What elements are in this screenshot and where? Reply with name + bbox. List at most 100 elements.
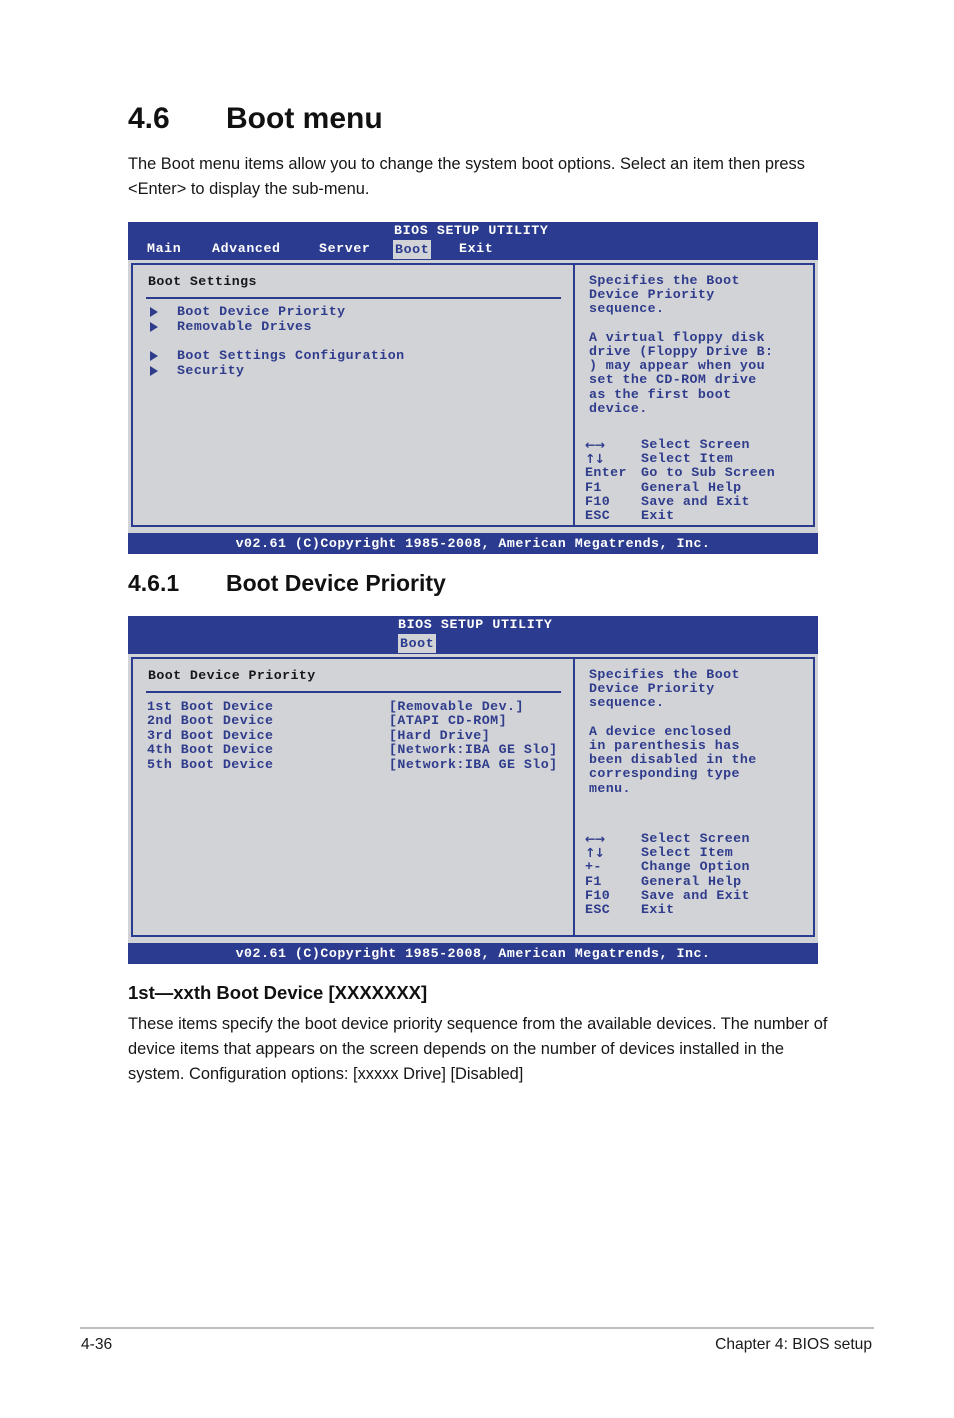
subsection-title: 4.6.1 Boot Device Priority [128, 570, 446, 597]
legend-key: ESC [585, 507, 611, 523]
boot-device-value[interactable]: [ATAPI CD-ROM] [389, 713, 507, 728]
subsection-title-text: Boot Device Priority [226, 570, 446, 596]
chapter-label: Chapter 4: BIOS setup [715, 1336, 872, 1353]
bios-help-panel: Specifies the Boot Device Priority seque… [573, 659, 813, 935]
legend-row-select-screen: ←→ Select Screen [585, 831, 809, 846]
item-paragraph: These items specify the boot device prio… [128, 1015, 828, 1083]
submenu-item-security[interactable]: Security [133, 362, 573, 379]
up-down-arrow-icon: ↑↓ [585, 451, 605, 467]
legend-row-select-screen: ←→ Select Screen [585, 437, 809, 452]
submenu-spacer [133, 334, 573, 349]
bios-screen-boot-device-priority: BIOS SETUP UTILITY Boot Boot Device Prio… [128, 616, 818, 964]
bios-help-panel: Specifies the Boot Device Priority seque… [573, 265, 813, 525]
legend-key: ESC [585, 901, 611, 917]
up-down-arrow-icon: ↑↓ [585, 845, 605, 861]
legend-row-esc: ESC Exit [585, 901, 809, 917]
submenu-item-removable-drives[interactable]: Removable Drives [133, 318, 573, 335]
boot-device-label: 2nd Boot Device [147, 713, 274, 729]
menu-tab-exit[interactable]: Exit [459, 241, 493, 256]
bios-menubar: Boot [128, 633, 818, 654]
legend-label: Exit [641, 901, 675, 917]
legend-label: Select Item [641, 845, 734, 861]
legend-key: F1 [585, 873, 602, 889]
manual-page: 4.6 Boot menu The Boot menu items allow … [0, 0, 954, 1418]
legend-row-f10: F10 Save and Exit [585, 493, 809, 509]
intro-paragraph: The Boot menu items allow you to change … [128, 155, 805, 198]
submenu-item-boot-settings-configuration[interactable]: Boot Settings Configuration [133, 348, 573, 364]
boot-device-row-1[interactable]: 1st Boot Device [Removable Dev.] [133, 699, 573, 714]
footer-divider [80, 1327, 874, 1329]
menu-tab-server[interactable]: Server [319, 241, 370, 256]
legend-label: General Help [641, 873, 742, 889]
boot-device-value[interactable]: [Removable Dev.] [389, 699, 524, 714]
section-title: Boot menu [226, 102, 383, 135]
key-legend: ←→ Select Screen ↑↓ Select Item +- Chang… [585, 831, 809, 917]
bios-utility-title: BIOS SETUP UTILITY [394, 223, 549, 238]
legend-row-select-item: ↑↓ Select Item [585, 451, 809, 467]
menu-tab-main[interactable]: Main [147, 241, 181, 256]
boot-device-row-5[interactable]: 5th Boot Device [Network:IBA GE Slo] [133, 756, 573, 772]
bios-menubar: Main Advanced Server Boot Exit [128, 239, 818, 260]
boot-device-value[interactable]: [Network:IBA GE Slo] [389, 742, 558, 757]
bios-screen-boot-settings: BIOS SETUP UTILITY Main Advanced Server … [128, 222, 818, 554]
legend-label: Save and Exit [641, 493, 750, 509]
boot-device-row-2[interactable]: 2nd Boot Device [ATAPI CD-ROM] [133, 713, 573, 729]
submenu-item-label: Boot Device Priority [177, 304, 346, 319]
boot-settings-submenu-list: Boot Device Priority Removable Drives Bo… [133, 304, 573, 379]
section-number: 4.6 [128, 102, 170, 135]
legend-label: Save and Exit [641, 887, 750, 903]
legend-label: General Help [641, 479, 742, 495]
boot-device-row-4[interactable]: 4th Boot Device [Network:IBA GE Slo] [133, 742, 573, 757]
bios-copyright-footer: v02.61 (C)Copyright 1985-2008, American … [128, 533, 818, 554]
panel-title-boot-settings: Boot Settings [148, 274, 257, 289]
panel-divider [146, 297, 561, 299]
legend-key: +- [585, 859, 602, 875]
legend-row-esc: ESC Exit [585, 507, 809, 523]
submenu-item-label: Security [177, 362, 245, 378]
panel-divider [146, 691, 561, 693]
triangle-right-icon [150, 365, 158, 376]
panel-title-boot-device-priority: Boot Device Priority [148, 668, 316, 683]
legend-key: Enter [585, 465, 627, 481]
submenu-item-label: Boot Settings Configuration [177, 348, 405, 364]
boot-device-label: 5th Boot Device [147, 756, 274, 772]
boot-device-label: 3rd Boot Device [147, 727, 274, 743]
legend-label: Select Item [641, 451, 734, 467]
bios-body: Boot Settings Boot Device Priority Remov… [131, 263, 815, 527]
boot-device-label: 1st Boot Device [147, 699, 274, 714]
boot-device-value[interactable]: [Network:IBA GE Slo] [389, 757, 558, 772]
legend-label: Change Option [641, 859, 750, 875]
boot-device-priority-panel: Boot Device Priority 1st Boot Device [Re… [133, 659, 573, 935]
boot-device-row-3[interactable]: 3rd Boot Device [Hard Drive] [133, 727, 573, 743]
menu-tab-advanced[interactable]: Advanced [212, 241, 281, 256]
help-text: Specifies the Boot Device Priority seque… [589, 273, 774, 416]
legend-row-f10: F10 Save and Exit [585, 887, 809, 903]
legend-key: F10 [585, 493, 611, 509]
legend-key: F10 [585, 887, 611, 903]
legend-label: Exit [641, 507, 675, 523]
menu-tab-boot[interactable]: Boot [398, 634, 437, 653]
help-text: Specifies the Boot Device Priority seque… [589, 667, 757, 796]
submenu-item-label: Removable Drives [177, 318, 312, 334]
subsection-number: 4.6.1 [128, 570, 180, 596]
boot-device-list: 1st Boot Device [Removable Dev.] 2nd Boo… [133, 699, 573, 772]
legend-row-change-option: +- Change Option [585, 859, 809, 875]
legend-label: Select Screen [641, 437, 750, 452]
legend-key: F1 [585, 479, 602, 495]
bios-body: Boot Device Priority 1st Boot Device [Re… [131, 657, 815, 937]
left-right-arrow-icon: ←→ [585, 437, 605, 452]
bios-settings-panel: Boot Settings Boot Device Priority Remov… [133, 265, 573, 525]
bios-utility-title: BIOS SETUP UTILITY [398, 617, 553, 632]
item-heading: 1st—xxth Boot Device [XXXXXXX] [128, 982, 428, 1003]
triangle-right-icon [150, 307, 158, 317]
page-title: 4.6 Boot menu [128, 102, 383, 136]
submenu-item-boot-device-priority[interactable]: Boot Device Priority [133, 304, 573, 320]
legend-label: Select Screen [641, 831, 750, 846]
menu-tab-boot[interactable]: Boot [393, 240, 432, 259]
legend-row-select-item: ↑↓ Select Item [585, 845, 809, 861]
boot-device-value[interactable]: [Hard Drive] [389, 728, 490, 743]
bios-copyright-footer: v02.61 (C)Copyright 1985-2008, American … [128, 943, 818, 964]
legend-label: Go to Sub Screen [641, 465, 776, 481]
bios-titlebar: BIOS SETUP UTILITY Main Advanced Server … [128, 222, 818, 260]
triangle-right-icon [150, 321, 158, 332]
